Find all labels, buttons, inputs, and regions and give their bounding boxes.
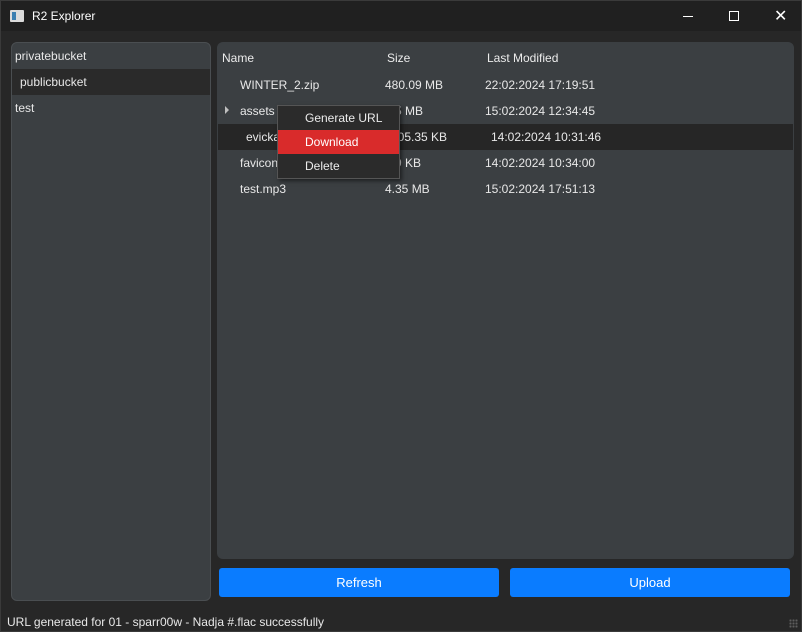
- bucket-item-publicbucket[interactable]: publicbucket: [12, 69, 210, 95]
- bucket-item-test[interactable]: test: [12, 95, 210, 121]
- bucket-item-privatebucket[interactable]: privatebucket: [12, 43, 210, 69]
- column-header-modified[interactable]: Last Modified: [487, 51, 558, 65]
- file-size: 4.35 MB: [385, 182, 430, 196]
- status-message: URL generated for 01 - sparr00w - Nadja …: [7, 615, 325, 629]
- close-button[interactable]: ✕: [757, 1, 802, 31]
- file-modified: 15:02:2024 17:51:13: [485, 182, 596, 196]
- file-name: WINTER_2.zip: [240, 78, 320, 92]
- table-header: Name Size Last Modified: [218, 43, 793, 71]
- table-row[interactable]: test.mp3 4.35 MB 15:02:2024 17:51:13: [218, 176, 793, 202]
- menu-item-label: Download: [305, 135, 359, 149]
- table-row[interactable]: WINTER_2.zip 480.09 MB 22:02:2024 17:19:…: [218, 72, 793, 98]
- menu-item-download[interactable]: Download: [278, 130, 399, 154]
- minimize-button[interactable]: [665, 1, 711, 31]
- file-modified: 14:02:2024 10:34:00: [485, 156, 596, 170]
- close-icon: ✕: [774, 6, 788, 25]
- bucket-label: privatebucket: [15, 49, 87, 63]
- app-window: R2 Explorer ✕ privatebucket publicbucket…: [0, 0, 802, 632]
- file-modified: 22:02:2024 17:19:51: [485, 78, 596, 92]
- upload-button[interactable]: Upload: [510, 568, 790, 597]
- maximize-button[interactable]: [711, 1, 757, 31]
- menu-item-delete[interactable]: Delete: [278, 154, 399, 178]
- maximize-icon: [729, 11, 739, 21]
- title-bar[interactable]: R2 Explorer ✕: [1, 1, 801, 31]
- file-modified: 14:02:2024 10:31:46: [491, 130, 602, 144]
- minimize-icon: [683, 16, 693, 17]
- context-menu: Generate URL Download Delete: [277, 105, 400, 179]
- file-name: favicon: [240, 156, 279, 170]
- file-name: evicka: [246, 130, 281, 144]
- bucket-label: publicbucket: [20, 75, 87, 89]
- refresh-button[interactable]: Refresh: [219, 568, 499, 597]
- file-modified: 15:02:2024 12:34:45: [485, 104, 596, 118]
- bucket-list[interactable]: privatebucket publicbucket test: [11, 42, 211, 601]
- menu-item-label: Delete: [305, 159, 340, 173]
- file-size: 480.09 MB: [385, 78, 444, 92]
- menu-item-generate-url[interactable]: Generate URL: [278, 106, 399, 130]
- app-icon: [10, 10, 24, 22]
- column-header-name[interactable]: Name: [222, 51, 254, 65]
- resize-grip-icon[interactable]: [789, 619, 798, 628]
- column-header-size[interactable]: Size: [387, 51, 410, 65]
- file-name: assets: [240, 104, 275, 118]
- bucket-label: test: [15, 101, 35, 115]
- expand-arrow-icon[interactable]: [225, 106, 229, 114]
- file-name: test.mp3: [240, 182, 287, 196]
- window-title: R2 Explorer: [32, 9, 96, 23]
- menu-item-label: Generate URL: [305, 111, 383, 125]
